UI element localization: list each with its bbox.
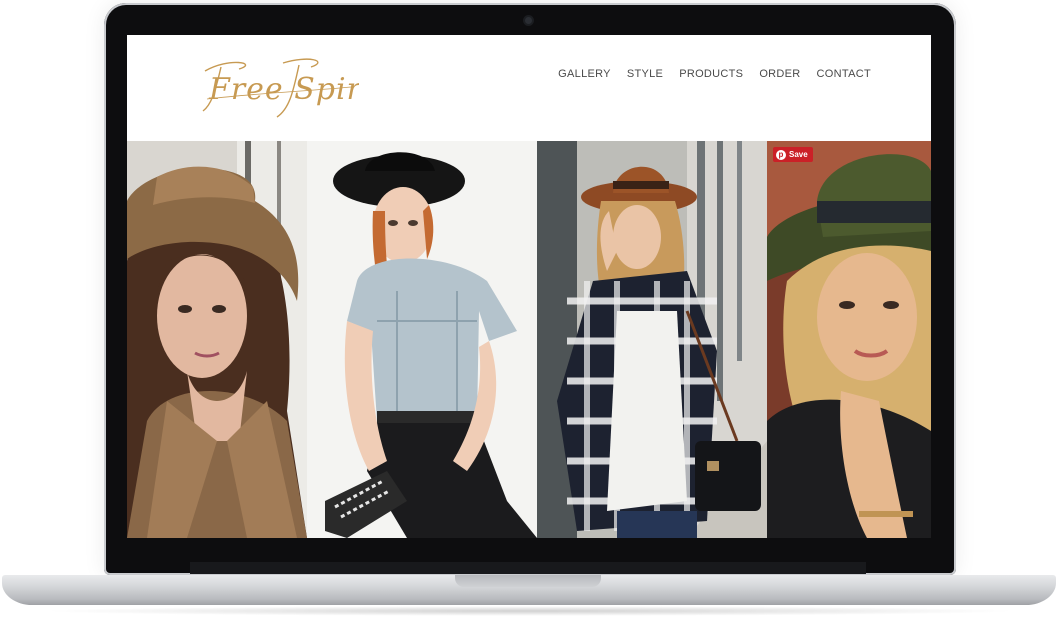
- nav-style[interactable]: STYLE: [627, 68, 663, 80]
- nav-gallery[interactable]: GALLERY: [558, 68, 611, 80]
- gallery-photo-2[interactable]: [307, 141, 537, 538]
- webcam: [525, 17, 532, 24]
- pinterest-icon: p: [776, 149, 786, 160]
- screen: Free Spirit GALLERY STYLE PRODUCTS ORDER…: [127, 35, 931, 538]
- gallery-photo-4[interactable]: p Save: [767, 141, 931, 538]
- nav-order[interactable]: ORDER: [759, 68, 800, 80]
- laptop-shadow: [40, 606, 1020, 616]
- nav-contact[interactable]: CONTACT: [817, 68, 871, 80]
- screen-chin: [190, 562, 866, 574]
- logo-text: Free Spirit: [208, 72, 359, 107]
- laptop-opening-notch: [455, 575, 601, 587]
- nav-products[interactable]: PRODUCTS: [679, 68, 743, 80]
- site-logo[interactable]: Free Spirit: [199, 53, 385, 125]
- save-label: Save: [789, 150, 808, 159]
- gallery-photo-3[interactable]: [537, 141, 767, 538]
- logo-script: Free Spirit: [202, 58, 385, 118]
- gallery-photo-1[interactable]: [127, 141, 307, 538]
- pinterest-save-button[interactable]: p Save: [773, 147, 813, 162]
- site-header: Free Spirit GALLERY STYLE PRODUCTS ORDER…: [127, 35, 931, 141]
- main-nav: GALLERY STYLE PRODUCTS ORDER CONTACT: [558, 68, 871, 80]
- photo-gallery: p Save: [127, 141, 931, 538]
